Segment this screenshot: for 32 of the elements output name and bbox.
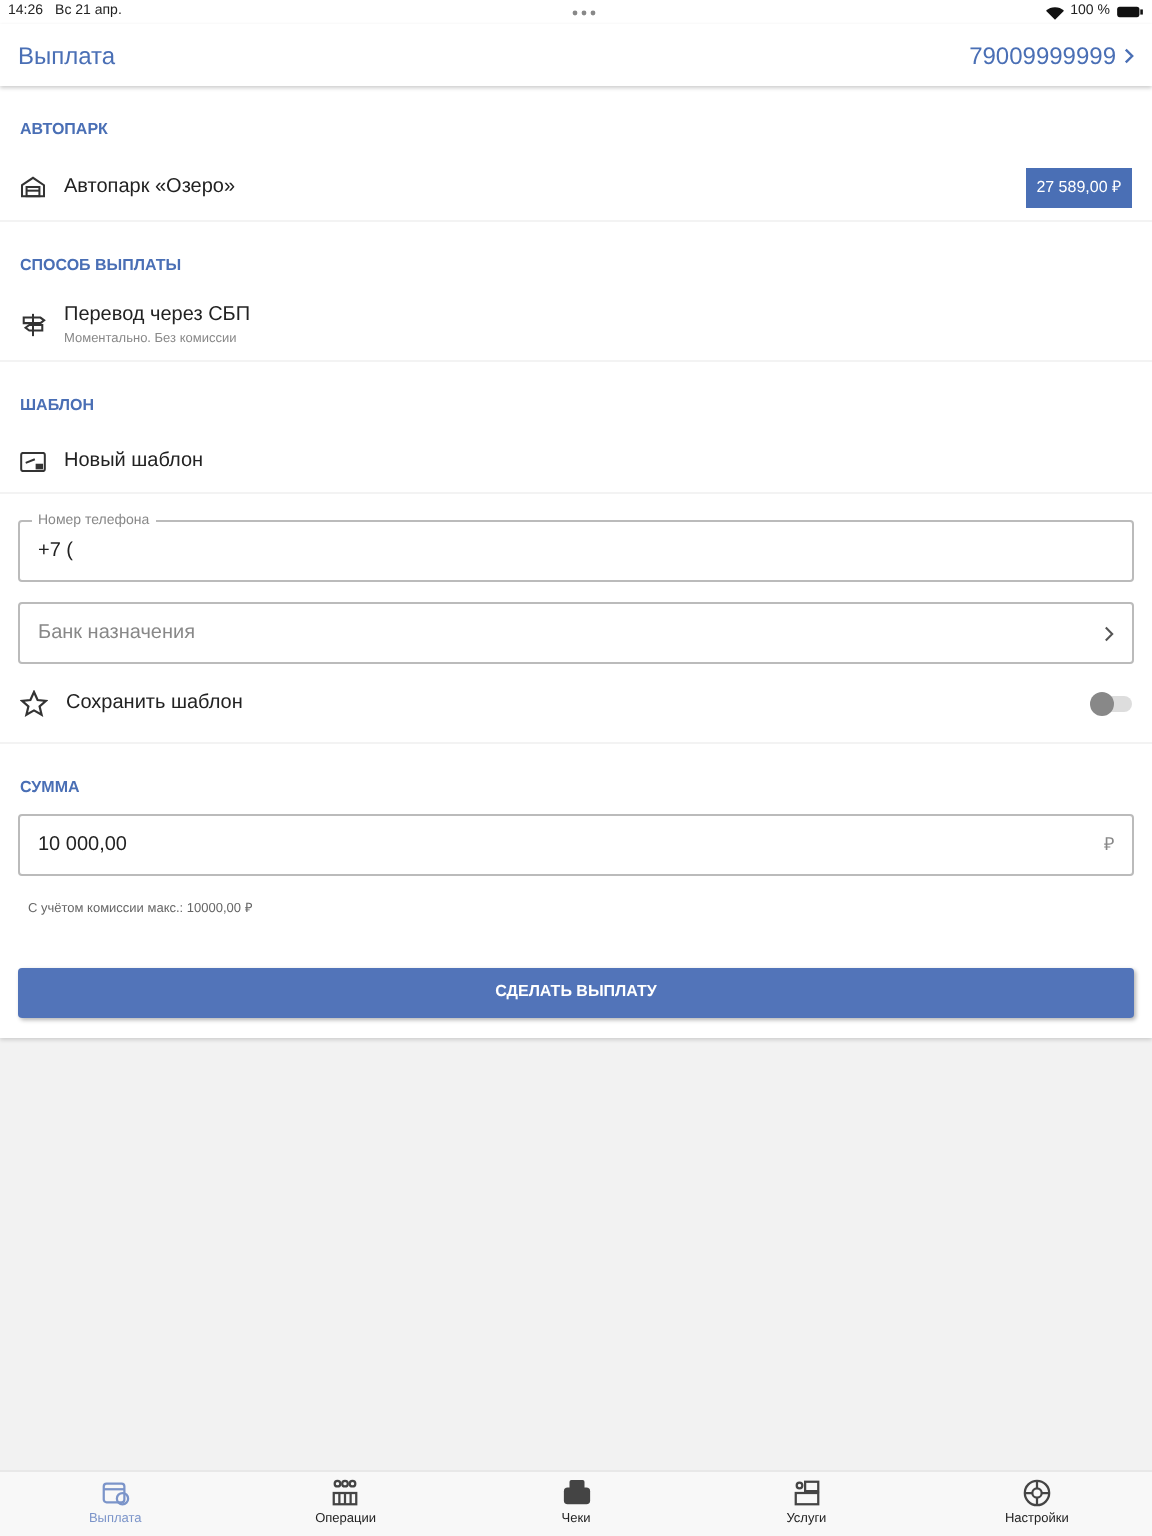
garage-icon <box>20 176 46 198</box>
tab-icon <box>791 1478 822 1509</box>
currency-sign: ₽ <box>1104 831 1114 858</box>
tab-icon <box>1021 1478 1052 1509</box>
make-payout-button[interactable]: СДЕЛАТЬ ВЫПЛАТУ <box>18 967 1134 1017</box>
save-template-toggle[interactable] <box>1092 695 1132 711</box>
save-template-label: Сохранить шаблон <box>66 690 245 718</box>
balance-badge: 27 589,00 ₽ <box>1026 167 1132 207</box>
signpost-icon <box>20 312 46 338</box>
chevron-right-icon <box>1124 47 1134 63</box>
fleet-row[interactable]: Автопарк «Озеро» 27 589,00 ₽ <box>0 154 1152 222</box>
page-title: Выплата <box>18 39 116 73</box>
bank-field[interactable]: Банк назначения <box>18 602 1134 664</box>
account-link[interactable]: 79009999999 <box>969 37 1134 73</box>
section-header: СУММА <box>20 778 80 796</box>
star-icon <box>20 689 48 717</box>
multitasking-dots-icon[interactable] <box>572 9 597 15</box>
chevron-right-icon <box>1104 625 1114 641</box>
wifi-icon <box>1046 5 1065 19</box>
tab-icon <box>561 1478 591 1509</box>
section-header: СПОСОБ ВЫПЛАТЫ <box>20 256 182 274</box>
fleet-name: Автопарк «Озеро» <box>64 174 238 202</box>
method-name: Перевод через СБП <box>64 302 251 331</box>
section-header: ШАБЛОН <box>20 396 94 414</box>
template-name: Новый шаблон <box>64 448 204 476</box>
template-row[interactable]: Новый шаблон <box>0 430 1152 494</box>
tab-icon <box>100 1478 131 1509</box>
section-header: АВТОПАРК <box>20 120 108 138</box>
card-icon <box>20 451 46 471</box>
amount-field[interactable]: 10 000,00 ₽ <box>18 814 1134 876</box>
tab-icon <box>330 1478 361 1509</box>
battery-icon <box>1115 6 1144 18</box>
